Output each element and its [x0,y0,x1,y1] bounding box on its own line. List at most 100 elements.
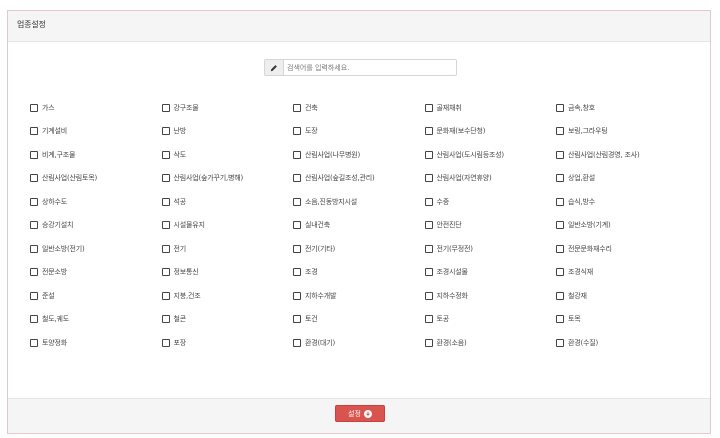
category-checkbox[interactable]: 철콘 [161,308,294,332]
category-checkbox[interactable]: 습식,방수 [556,190,688,214]
category-checkbox[interactable]: 상업,환설 [556,167,688,191]
checkbox-square[interactable] [556,150,564,159]
checkbox-square[interactable] [424,197,433,206]
checkbox-square[interactable] [293,197,301,206]
checkbox-square[interactable] [30,291,38,300]
checkbox-square[interactable] [556,291,564,300]
category-checkbox[interactable]: 전기(기타) [293,237,425,261]
checkbox-square[interactable] [161,315,170,324]
category-checkbox[interactable]: 조경 [293,261,425,285]
category-checkbox[interactable]: 안전진단 [424,214,557,238]
apply-button[interactable]: 설정 [335,405,385,422]
checkbox-square[interactable] [556,338,564,347]
checkbox-square[interactable] [293,291,301,300]
checkbox-square[interactable] [556,197,564,206]
category-checkbox[interactable]: 시설물유지 [161,214,294,238]
checkbox-square[interactable] [161,338,170,347]
category-checkbox[interactable]: 조경식재 [556,261,688,285]
checkbox-square[interactable] [161,291,170,300]
category-checkbox[interactable]: 소음,진동방지시설 [293,190,425,214]
checkbox-square[interactable] [161,127,170,136]
checkbox-square[interactable] [161,268,170,277]
category-checkbox[interactable]: 금속,창호 [556,96,688,120]
category-checkbox[interactable]: 토공 [424,308,557,332]
checkbox-square[interactable] [556,221,564,230]
category-checkbox[interactable]: 환경(수질) [556,331,688,355]
checkbox-square[interactable] [424,221,433,230]
category-checkbox[interactable]: 상하수도 [30,190,162,214]
checkbox-square[interactable] [556,174,564,183]
category-checkbox[interactable]: 지붕,건조 [161,284,294,308]
category-checkbox[interactable]: 실내건축 [293,214,425,238]
category-checkbox[interactable]: 산림사업(숲길조성,관리) [293,167,425,191]
category-checkbox[interactable]: 기계설비 [30,120,162,144]
category-checkbox[interactable]: 환경(소음) [424,331,557,355]
checkbox-square[interactable] [30,103,38,112]
checkbox-square[interactable] [293,150,301,159]
category-checkbox[interactable]: 토건 [293,308,425,332]
checkbox-square[interactable] [293,338,301,347]
checkbox-square[interactable] [293,244,301,253]
category-checkbox[interactable]: 비계,구조물 [30,143,162,167]
category-checkbox[interactable]: 보링,그라우팅 [556,120,688,144]
checkbox-square[interactable] [424,244,433,253]
category-checkbox[interactable]: 산림사업(나무병원) [293,143,425,167]
checkbox-square[interactable] [161,197,170,206]
category-checkbox[interactable]: 전문문화재수리 [556,237,688,261]
category-checkbox[interactable]: 산림사업(도시림등조성) [424,143,557,167]
category-checkbox[interactable]: 산림사업(산림경영, 조사) [556,143,688,167]
checkbox-square[interactable] [424,268,433,277]
checkbox-square[interactable] [30,221,38,230]
category-checkbox[interactable]: 수중 [424,190,557,214]
checkbox-square[interactable] [293,103,301,112]
checkbox-square[interactable] [30,127,38,136]
checkbox-square[interactable] [556,103,564,112]
checkbox-square[interactable] [293,221,301,230]
category-checkbox[interactable]: 준설 [30,284,162,308]
category-checkbox[interactable]: 산림사업(숲가꾸기,병해) [161,167,294,191]
category-checkbox[interactable]: 정보통신 [161,261,294,285]
category-checkbox[interactable]: 승강기설치 [30,214,162,238]
category-checkbox[interactable]: 산림사업(자연휴양) [424,167,557,191]
checkbox-square[interactable] [556,315,564,324]
category-checkbox[interactable]: 포장 [161,331,294,355]
category-checkbox[interactable]: 석공 [161,190,294,214]
category-checkbox[interactable]: 문화재(보수단청) [424,120,557,144]
checkbox-square[interactable] [556,268,564,277]
checkbox-square[interactable] [30,315,38,324]
checkbox-square[interactable] [556,244,564,253]
checkbox-square[interactable] [30,268,38,277]
category-checkbox[interactable]: 도장 [293,120,425,144]
category-checkbox[interactable]: 가스 [30,96,162,120]
category-checkbox[interactable]: 삭도 [161,143,294,167]
checkbox-square[interactable] [293,268,301,277]
category-checkbox[interactable]: 토목 [556,308,688,332]
category-checkbox[interactable]: 건축 [293,96,425,120]
category-checkbox[interactable]: 전기(무정전) [424,237,557,261]
checkbox-square[interactable] [161,103,170,112]
checkbox-square[interactable] [293,174,301,183]
checkbox-square[interactable] [161,244,170,253]
category-checkbox[interactable]: 철도,궤도 [30,308,162,332]
checkbox-square[interactable] [424,174,433,183]
category-checkbox[interactable]: 전기 [161,237,294,261]
category-checkbox[interactable]: 철강재 [556,284,688,308]
checkbox-square[interactable] [30,150,38,159]
category-checkbox[interactable]: 환경(대기) [293,331,425,355]
category-checkbox[interactable]: 산림사업(산림토목) [30,167,162,191]
checkbox-square[interactable] [30,197,38,206]
checkbox-square[interactable] [556,127,564,136]
category-checkbox[interactable]: 일반소방(전기) [30,237,162,261]
category-checkbox[interactable]: 토양정화 [30,331,162,355]
checkbox-square[interactable] [424,291,433,300]
checkbox-square[interactable] [424,315,433,324]
category-checkbox[interactable]: 골재채취 [424,96,557,120]
checkbox-square[interactable] [30,244,38,253]
checkbox-square[interactable] [293,127,301,136]
category-checkbox[interactable]: 난방 [161,120,294,144]
checkbox-square[interactable] [424,127,433,136]
checkbox-square[interactable] [293,315,301,324]
checkbox-square[interactable] [424,103,433,112]
checkbox-square[interactable] [424,150,433,159]
category-checkbox[interactable]: 전문소방 [30,261,162,285]
